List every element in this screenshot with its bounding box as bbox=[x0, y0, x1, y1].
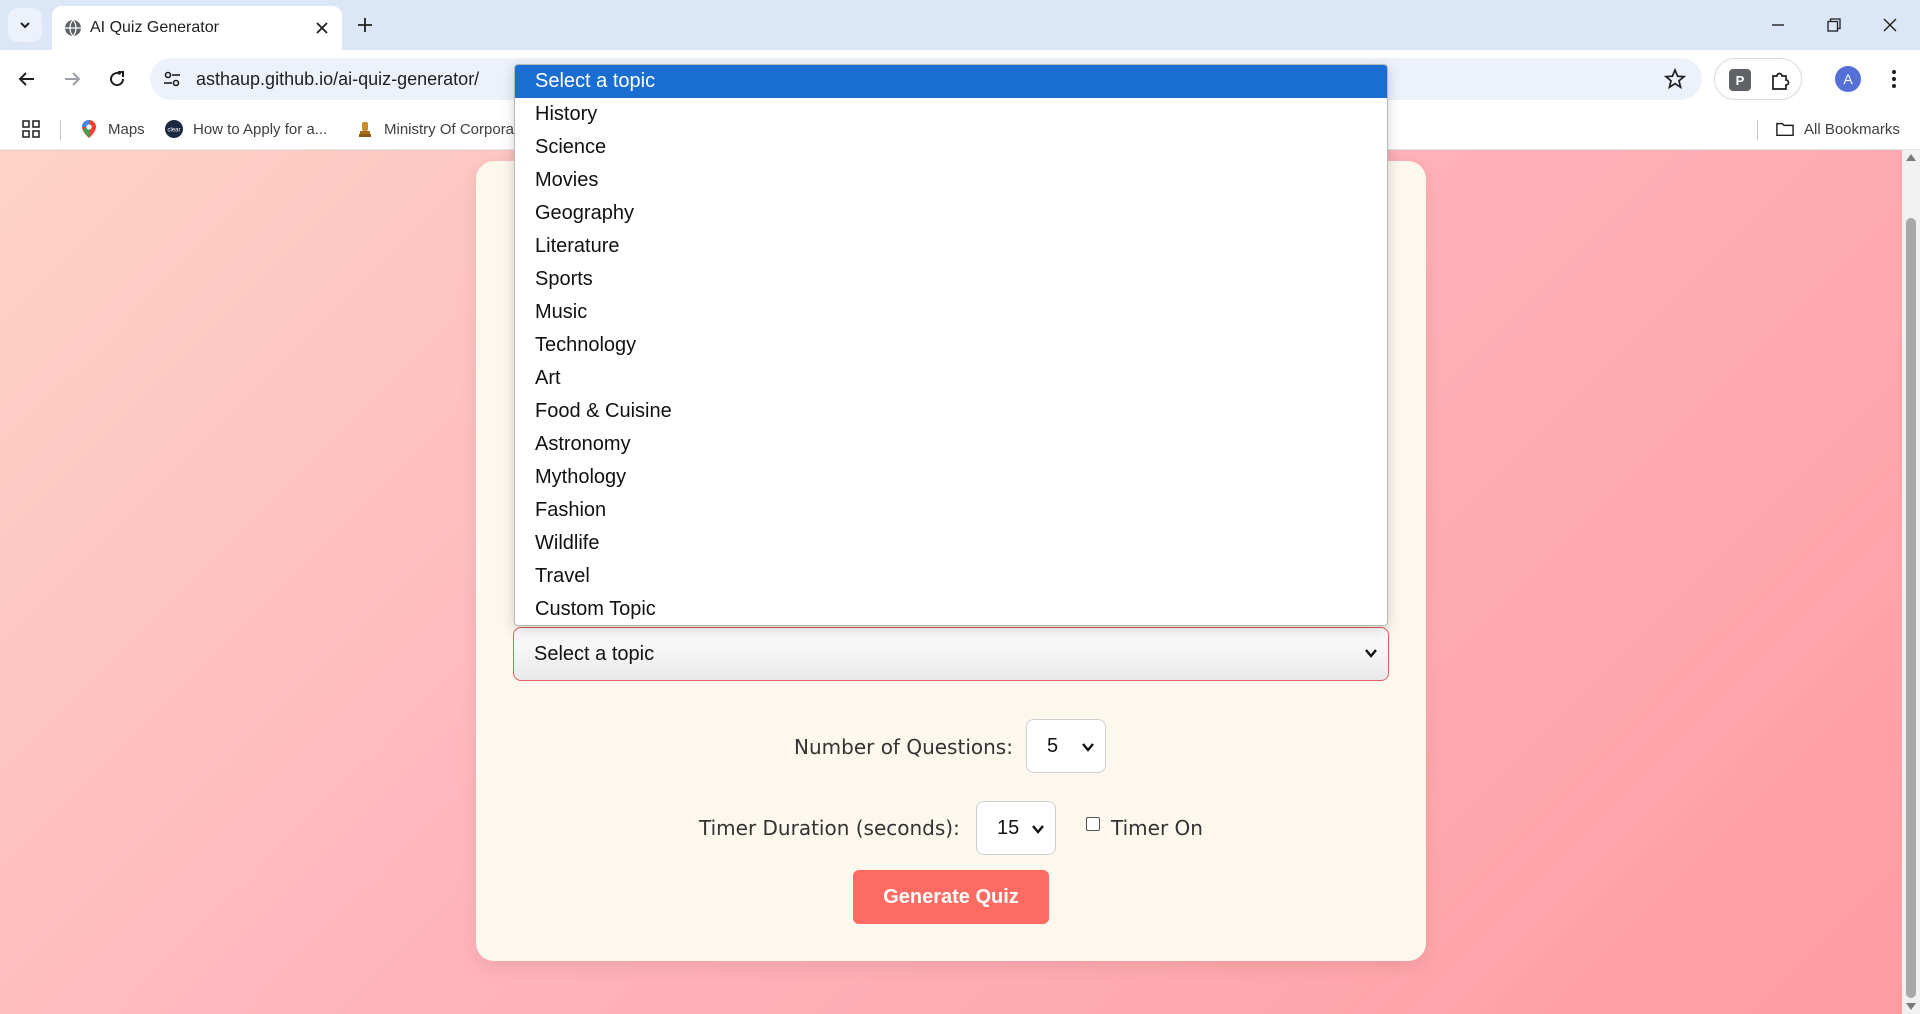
chevron-down-icon bbox=[1032, 825, 1044, 834]
new-tab-button[interactable] bbox=[352, 12, 378, 38]
topic-select[interactable]: Select a topic bbox=[513, 627, 1389, 681]
clear-logo-icon: clear bbox=[165, 120, 183, 138]
timer-duration-value: 15 bbox=[997, 817, 1020, 839]
extension-p-icon[interactable]: P bbox=[1729, 69, 1751, 91]
active-tab[interactable]: AI Quiz Generator bbox=[52, 6, 342, 50]
topic-option[interactable]: Art bbox=[515, 362, 1387, 395]
bookmarks-divider bbox=[1757, 120, 1758, 140]
timer-on-label: Timer On bbox=[1111, 816, 1203, 840]
folder-icon bbox=[1776, 120, 1794, 138]
num-questions-value: 5 bbox=[1047, 735, 1059, 757]
num-questions-select[interactable]: 5 bbox=[1026, 719, 1106, 773]
restore-icon bbox=[1827, 18, 1841, 32]
topic-option[interactable]: Movies bbox=[515, 164, 1387, 197]
topic-option[interactable]: Travel bbox=[515, 560, 1387, 593]
topic-option[interactable]: Food & Cuisine bbox=[515, 395, 1387, 428]
forward-arrow-icon bbox=[65, 72, 81, 86]
browser-menu-button[interactable] bbox=[1882, 64, 1906, 94]
profile-avatar[interactable]: A bbox=[1835, 66, 1861, 92]
site-info-button[interactable] bbox=[160, 67, 184, 91]
scroll-down-arrow-icon[interactable] bbox=[1906, 1003, 1916, 1010]
minimize-button[interactable] bbox=[1758, 10, 1798, 40]
more-vert-icon bbox=[1892, 70, 1896, 88]
topic-select-value: Select a topic bbox=[534, 643, 655, 665]
topic-option[interactable]: Science bbox=[515, 131, 1387, 164]
restore-button[interactable] bbox=[1814, 10, 1854, 40]
topic-option[interactable]: Wildlife bbox=[515, 527, 1387, 560]
topic-dropdown-list: Select a topic History Science Movies Geogra… bbox=[514, 64, 1388, 626]
puzzle-icon[interactable] bbox=[1769, 68, 1793, 92]
close-icon bbox=[1883, 18, 1897, 32]
chevron-down-icon bbox=[1365, 649, 1377, 658]
timer-duration-label: Timer Duration (seconds): bbox=[699, 816, 960, 840]
close-tab-button[interactable] bbox=[312, 18, 332, 38]
plus-icon bbox=[358, 18, 372, 32]
bookmark-star-icon[interactable] bbox=[1664, 68, 1686, 90]
extensions-group: P bbox=[1714, 58, 1802, 100]
topic-option[interactable]: Fashion bbox=[515, 494, 1387, 527]
reload-button[interactable] bbox=[102, 64, 132, 94]
globe-icon bbox=[65, 19, 81, 37]
bookmarks-divider bbox=[60, 120, 61, 140]
all-bookmarks-button[interactable]: All Bookmarks bbox=[1776, 116, 1900, 142]
page-scrollbar[interactable] bbox=[1902, 150, 1920, 1014]
topic-option[interactable]: Literature bbox=[515, 230, 1387, 263]
topic-option[interactable]: Music bbox=[515, 296, 1387, 329]
reload-icon bbox=[110, 71, 125, 87]
scroll-thumb[interactable] bbox=[1906, 218, 1916, 998]
back-arrow-icon bbox=[18, 72, 34, 86]
svg-text:clear: clear bbox=[167, 128, 180, 134]
topic-option[interactable]: Custom Topic bbox=[515, 593, 1387, 625]
close-window-button[interactable] bbox=[1870, 10, 1910, 40]
tab-strip: AI Quiz Generator bbox=[0, 0, 1920, 50]
topic-option[interactable]: Select a topic bbox=[515, 65, 1387, 98]
topic-option[interactable]: Technology bbox=[515, 329, 1387, 362]
forward-button[interactable] bbox=[57, 64, 87, 94]
close-icon bbox=[316, 22, 328, 34]
apps-button[interactable] bbox=[22, 116, 40, 142]
bookmark-label: Maps bbox=[108, 120, 145, 138]
tab-title: AI Quiz Generator bbox=[90, 19, 219, 36]
all-bookmarks-label: All Bookmarks bbox=[1804, 120, 1900, 138]
generate-quiz-button[interactable]: Generate Quiz bbox=[853, 870, 1049, 924]
timer-on-checkbox[interactable] bbox=[1086, 817, 1100, 831]
bookmark-label: How to Apply for a... bbox=[193, 120, 328, 138]
bookmark-how-to-apply[interactable]: clear How to Apply for a... bbox=[165, 116, 327, 142]
topic-option[interactable]: History bbox=[515, 98, 1387, 131]
tab-search-button[interactable] bbox=[8, 8, 42, 42]
timer-duration-select[interactable]: 15 bbox=[976, 801, 1056, 855]
chevron-down-icon bbox=[20, 22, 30, 29]
apps-grid-icon bbox=[22, 120, 40, 138]
scroll-up-arrow-icon[interactable] bbox=[1906, 154, 1916, 161]
topic-option[interactable]: Mythology bbox=[515, 461, 1387, 494]
tune-icon bbox=[164, 71, 180, 87]
back-button[interactable] bbox=[12, 64, 42, 94]
num-questions-label: Number of Questions: bbox=[794, 735, 1013, 759]
topic-option[interactable]: Sports bbox=[515, 263, 1387, 296]
maps-pin-icon bbox=[80, 120, 98, 138]
chevron-down-icon bbox=[1082, 743, 1094, 752]
bookmark-label: Ministry Of Corpora bbox=[384, 120, 515, 138]
topic-option[interactable]: Astronomy bbox=[515, 428, 1387, 461]
topic-option[interactable]: Geography bbox=[515, 197, 1387, 230]
emblem-icon bbox=[356, 120, 374, 138]
url-text[interactable]: asthaup.github.io/ai-quiz-generator/ bbox=[196, 69, 479, 90]
bookmark-ministry[interactable]: Ministry Of Corpora bbox=[356, 116, 514, 142]
minimize-icon bbox=[1772, 24, 1784, 26]
bookmark-maps[interactable]: Maps bbox=[80, 116, 145, 142]
